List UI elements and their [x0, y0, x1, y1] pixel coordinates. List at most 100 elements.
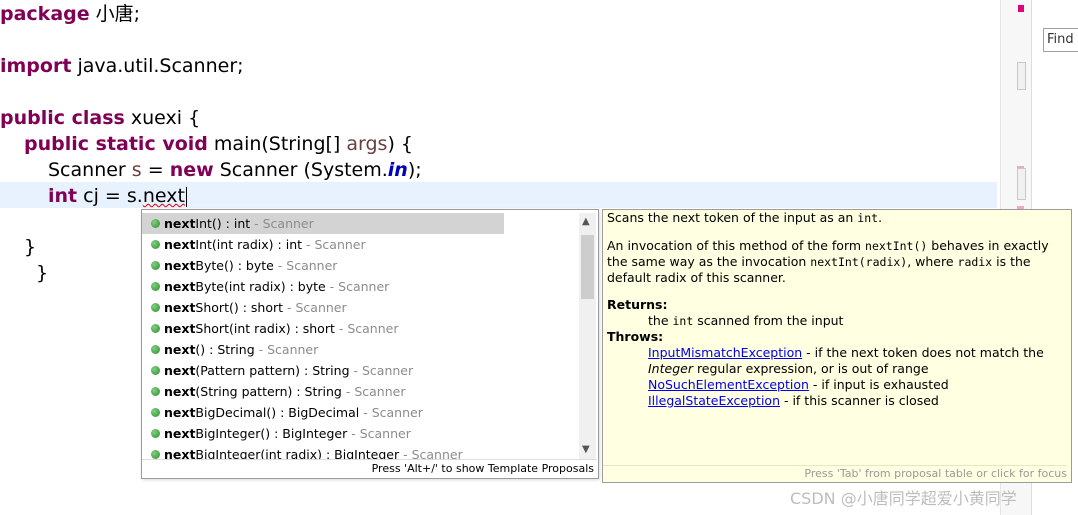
typed-text: next — [142, 185, 185, 207]
code-line-close-method: } — [24, 236, 37, 258]
proposal-signature: Int() : int — [195, 216, 251, 231]
scroll-up-icon[interactable]: ▲ — [582, 217, 590, 227]
doc-returns-label: Returns: — [607, 297, 668, 312]
proposal-declaring-type: - Scanner — [341, 384, 406, 399]
proposal-signature: (Pattern pattern) : String — [195, 363, 350, 378]
proposal-match: next — [164, 216, 196, 231]
proposal-item[interactable]: nextShort() : short - Scanner — [142, 297, 579, 318]
doc-summary: Scans the next token of the input as an … — [607, 210, 1067, 226]
error-marker[interactable] — [1018, 5, 1024, 12]
exception-link[interactable]: InputMismatchException — [648, 345, 802, 360]
proposal-item[interactable]: nextBigInteger() : BigInteger - Scanner — [142, 423, 579, 444]
proposal-declaring-type: - Scanner — [273, 258, 338, 273]
code-line-import: import java.util.Scanner; — [0, 53, 244, 79]
doc-text: scanned from the input — [693, 313, 844, 328]
doc-code: nextInt(radix) — [810, 255, 908, 269]
proposal-signature: BigDecimal() : BigDecimal — [195, 405, 360, 420]
doc-text: Scans the next token of the input as an — [607, 210, 858, 225]
code-line-current[interactable]: int cj = s.next — [48, 183, 187, 209]
text-caret — [185, 186, 187, 207]
proposal-item[interactable]: nextByte() : byte - Scanner — [142, 255, 579, 276]
proposal-match: next — [164, 237, 196, 252]
code-line-package: package 小唐; — [0, 1, 140, 27]
proposal-declaring-type: - Scanner — [325, 279, 390, 294]
scroll-down-icon[interactable]: ▼ — [582, 445, 590, 455]
proposal-match: next — [164, 384, 196, 399]
exception-link[interactable]: NoSuchElementException — [648, 377, 809, 392]
proposal-signature: Short(int radix) : short — [195, 321, 335, 336]
scrollbar-thumb[interactable] — [581, 235, 594, 299]
variable-name: s — [131, 159, 142, 181]
content-assist-popup[interactable]: nextInt() : int - Scanner nextInt(int rad… — [141, 209, 599, 479]
javadoc-hover[interactable]: Scans the next token of the input as an … — [602, 209, 1072, 483]
code-text: java.util.Scanner; — [71, 55, 244, 77]
doc-text: - if input is exhausted — [808, 377, 949, 392]
doc-text: the — [648, 313, 673, 328]
find-input[interactable]: Find — [1043, 28, 1078, 52]
public-method-icon — [151, 219, 160, 228]
proposal-footer: Press 'Alt+/' to show Template Proposals — [142, 459, 597, 478]
exception-link[interactable]: IllegalStateException — [648, 393, 780, 408]
code-text: Scanner — [48, 159, 132, 181]
code-line-class: public class xuexi { — [0, 105, 200, 131]
public-method-icon — [151, 345, 160, 354]
proposal-scrollbar[interactable]: ▲ ▼ — [579, 213, 596, 459]
doc-throws-item: NoSuchElementException - if input is exh… — [607, 377, 1067, 393]
public-method-icon — [151, 324, 160, 333]
keyword: import — [0, 55, 72, 77]
proposal-signature: Byte(int radix) : byte — [195, 279, 326, 294]
code-line-scanner: Scanner s = new Scanner (System.in); — [48, 157, 422, 183]
proposal-item[interactable]: nextShort(int radix) : short - Scanner — [142, 318, 579, 339]
proposal-item[interactable]: nextBigInteger(int radix) : BigInteger -… — [142, 444, 579, 459]
proposal-list[interactable]: nextInt() : int - Scanner nextInt(int rad… — [142, 213, 579, 459]
doc-code: int — [857, 211, 879, 225]
ruler-marker[interactable] — [1017, 62, 1026, 90]
ruler-marker[interactable] — [1017, 168, 1026, 200]
proposal-item[interactable]: next(String pattern) : String - Scanner — [142, 381, 579, 402]
public-method-icon — [151, 303, 160, 312]
proposal-item[interactable]: nextBigDecimal() : BigDecimal - Scanner — [142, 402, 579, 423]
proposal-signature: Int(int radix) : int — [195, 237, 303, 252]
proposal-match: next — [164, 426, 196, 441]
keyword: public class — [0, 107, 125, 129]
proposal-match: next — [164, 321, 196, 336]
watermark: CSDN @小唐同学超爱小黄同学 — [790, 489, 1017, 508]
code-line-main: public static void main(String[] args) { — [24, 131, 413, 157]
doc-description: An invocation of this method of the form… — [607, 238, 1067, 286]
code-text: ) { — [387, 133, 414, 155]
doc-throws-list: InputMismatchException - if the next tok… — [607, 345, 1067, 409]
proposal-signature: () : String — [195, 342, 255, 357]
doc-throws-item: IllegalStateException - if this scanner … — [607, 393, 1067, 409]
code-text: 小唐; — [89, 3, 141, 25]
doc-text: , where — [907, 254, 958, 269]
doc-footer: Press 'Tab' from proposal table or click… — [603, 465, 1067, 482]
proposal-item[interactable]: nextInt() : int - Scanner — [142, 213, 504, 234]
code-text: xuexi { — [124, 107, 201, 129]
public-method-icon — [151, 366, 160, 375]
proposal-signature: Byte() : byte — [195, 258, 274, 273]
public-method-icon — [151, 261, 160, 270]
doc-italic-text: Integer — [648, 361, 693, 376]
proposal-declaring-type: - Scanner — [283, 300, 347, 315]
proposal-declaring-type: - Scanner — [334, 321, 399, 336]
doc-text: . — [878, 210, 883, 225]
doc-throws-label: Throws: — [607, 329, 664, 344]
keyword: new — [169, 159, 214, 181]
proposal-match: next — [164, 258, 196, 273]
proposal-signature: BigInteger(int radix) : BigInteger — [195, 447, 400, 459]
code-text: = — [141, 159, 170, 181]
proposal-item[interactable]: next() : String - Scanner — [142, 339, 579, 360]
proposal-match: next — [164, 300, 196, 315]
proposal-item[interactable]: nextByte(int radix) : byte - Scanner — [142, 276, 579, 297]
doc-returns: the int scanned from the input — [607, 313, 1067, 329]
parameter-name: args — [346, 133, 388, 155]
proposal-item[interactable]: next(Pattern pattern) : String - Scanner — [142, 360, 579, 381]
proposal-item[interactable]: nextInt(int radix) : int - Scanner — [142, 234, 579, 255]
proposal-declaring-type: - Scanner — [250, 216, 314, 231]
static-field: in — [387, 159, 408, 181]
public-method-icon — [151, 408, 160, 417]
public-method-icon — [151, 282, 160, 291]
doc-throws-item: InputMismatchException - if the next tok… — [607, 345, 1067, 377]
code-text: ); — [407, 159, 422, 181]
doc-text: An invocation of this method of the form — [607, 238, 866, 253]
